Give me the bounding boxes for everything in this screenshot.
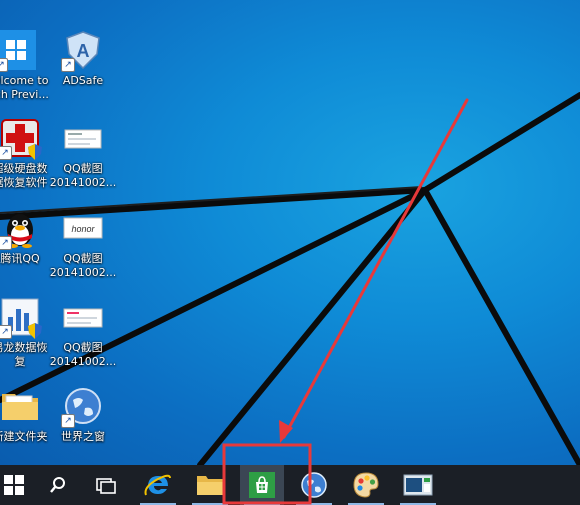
shortcut-arrow-icon: ↗ bbox=[0, 58, 8, 72]
desktop-icon-adsafe[interactable]: A ↗ ADSafe bbox=[45, 30, 121, 88]
task-view-icon bbox=[96, 478, 116, 494]
uac-shield-icon bbox=[28, 323, 42, 339]
svg-text:honor: honor bbox=[71, 224, 95, 234]
disk-recovery-icon: ↗ bbox=[0, 118, 42, 160]
search-icon bbox=[50, 477, 65, 493]
start-button[interactable] bbox=[0, 465, 28, 505]
svg-text:A: A bbox=[77, 41, 90, 61]
screen-window-icon bbox=[403, 474, 433, 496]
adsafe-shield-icon: A ↗ bbox=[61, 30, 103, 72]
desktop-icon-qq-screenshot-1[interactable]: QQ截图 20141002... bbox=[45, 118, 121, 190]
desktop-icon-label: QQ截图 20141002... bbox=[49, 252, 117, 279]
screenshot-file-icon bbox=[63, 297, 103, 337]
world-browser-button[interactable] bbox=[292, 465, 336, 505]
desktop-icon-label: ADSafe bbox=[62, 74, 104, 87]
palette-icon bbox=[353, 472, 379, 498]
task-view-button[interactable] bbox=[88, 465, 124, 505]
desktop-icon-world-browser[interactable]: ↗ 世界之窗 bbox=[45, 386, 121, 444]
shortcut-arrow-icon: ↗ bbox=[61, 414, 75, 428]
shortcut-arrow-icon: ↗ bbox=[0, 146, 12, 160]
store-button[interactable] bbox=[240, 465, 284, 505]
desktop-icon-qq-screenshot-3[interactable]: QQ截图 20141002... bbox=[45, 297, 121, 369]
search-button[interactable] bbox=[40, 465, 76, 505]
windows-logo-icon bbox=[4, 475, 24, 495]
shortcut-arrow-icon: ↗ bbox=[0, 236, 12, 250]
screen-app-button[interactable] bbox=[396, 465, 440, 505]
screenshot-file-icon bbox=[63, 118, 103, 158]
folder-icon bbox=[197, 476, 223, 495]
store-bag-icon bbox=[249, 472, 275, 498]
globe-icon bbox=[301, 472, 327, 498]
folder-icon bbox=[0, 386, 40, 426]
desktop-icon-label: QQ截图 20141002... bbox=[49, 341, 117, 368]
shortcut-arrow-icon: ↗ bbox=[61, 58, 75, 72]
honor-screenshot-icon: honor bbox=[63, 208, 103, 248]
internet-explorer-icon bbox=[144, 474, 171, 496]
file-explorer-button[interactable] bbox=[188, 465, 232, 505]
desktop-icon-label: 世界之窗 bbox=[61, 430, 105, 443]
desktop-icon-qq-screenshot-2[interactable]: honor QQ截图 20141002... bbox=[45, 208, 121, 280]
uac-shield-icon bbox=[28, 144, 42, 160]
desktop: ↗ Welcome to Tech Previ... ↗ 超级硬盘数 据恢复软件 bbox=[0, 0, 580, 465]
ie-button[interactable] bbox=[136, 465, 180, 505]
windows-tile-icon: ↗ bbox=[0, 30, 36, 72]
qq-penguin-icon: ↗ bbox=[0, 208, 40, 250]
data-recovery-chart-icon: ↗ bbox=[0, 297, 42, 339]
shortcut-arrow-icon: ↗ bbox=[0, 325, 12, 339]
desktop-icon-label: QQ截图 20141002... bbox=[49, 162, 117, 189]
world-browser-icon: ↗ bbox=[61, 386, 103, 428]
taskbar bbox=[0, 465, 580, 505]
paint-button[interactable] bbox=[344, 465, 388, 505]
